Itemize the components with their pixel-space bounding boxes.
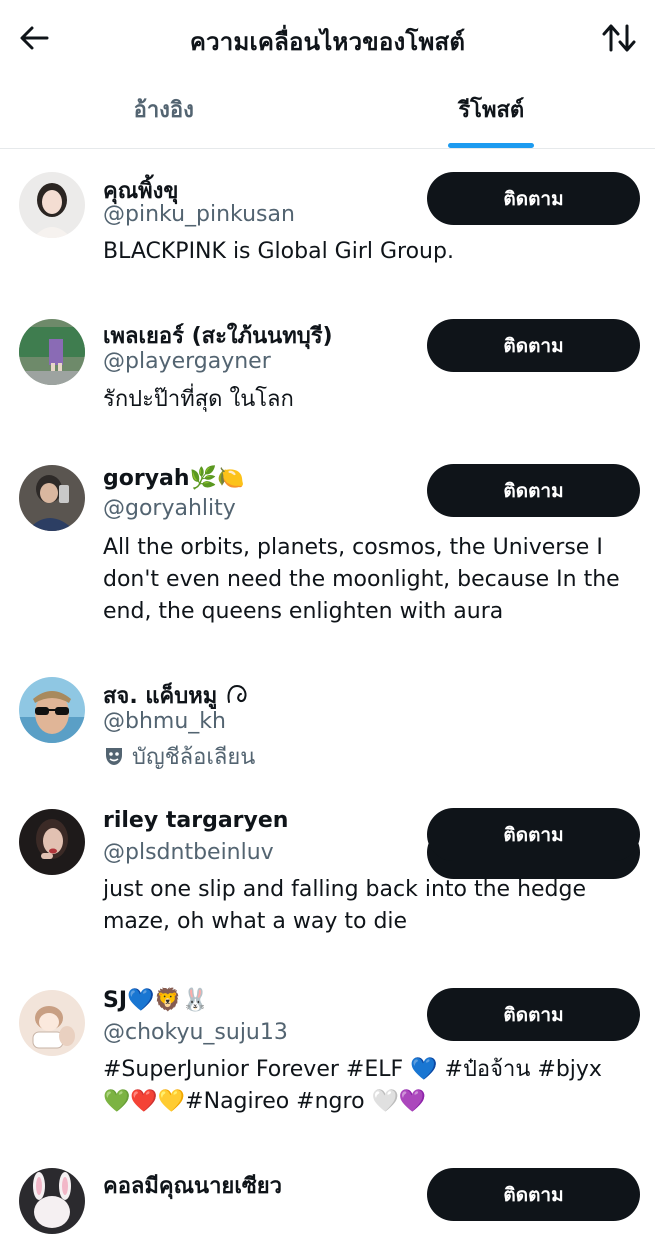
avatar[interactable] xyxy=(19,990,85,1056)
avatar-image xyxy=(19,172,85,238)
list-item[interactable]: คอลมีคุณนายเซียว ติดตาม xyxy=(0,1162,655,1222)
avatar[interactable] xyxy=(19,465,85,531)
avatar-image xyxy=(19,465,85,531)
user-handle: @pinku_pinkusan xyxy=(103,202,295,227)
user-name[interactable]: เพลเยอร์ (สะใภ้นนทบุรี) xyxy=(103,318,333,353)
tab-bar: อ้างอิง รีโพสต์ xyxy=(0,78,655,149)
user-bio-wrap: บัญชีล้อเลียน xyxy=(103,742,633,774)
top-bar: ความเคลื่อนไหวของโพสต์ xyxy=(0,0,655,78)
tab-reposts[interactable]: รีโพสต์ xyxy=(328,78,655,148)
avatar[interactable] xyxy=(19,172,85,238)
follow-button[interactable]: ติดตาม xyxy=(427,172,640,225)
user-bio: BLACKPINK is Global Girl Group. xyxy=(103,236,633,268)
follow-button[interactable]: ติดตาม xyxy=(427,464,640,517)
user-bio: รักปะป๊าที่สุด ในโลก xyxy=(103,384,633,416)
avatar-image xyxy=(19,319,85,385)
user-handle: @chokyu_suju13 xyxy=(103,1020,288,1045)
avatar-image xyxy=(19,809,85,875)
active-tab-indicator xyxy=(448,143,534,148)
list-item[interactable]: goryah🌿🍋 @goryahlity All the orbits, pla… xyxy=(0,444,655,656)
page-title: ความเคลื่อนไหวของโพสต์ xyxy=(0,22,655,61)
avatar-image xyxy=(19,1168,85,1234)
user-name[interactable]: goryah🌿🍋 xyxy=(103,466,244,491)
user-handle: @playergayner xyxy=(103,349,271,374)
avatar[interactable] xyxy=(19,677,85,743)
avatar-image xyxy=(19,990,85,1056)
user-handle: @goryahlity xyxy=(103,496,236,521)
user-name[interactable]: SJ💙🦁🐰 xyxy=(103,988,209,1013)
follow-button[interactable]: ติดตาม xyxy=(427,988,640,1041)
avatar[interactable] xyxy=(19,319,85,385)
user-bio: #SuperJunior Forever #ELF 💙 #ป๋อจ้าน #bj… xyxy=(103,1054,633,1118)
avatar-image xyxy=(19,677,85,743)
list-item[interactable]: สจ. แค็บหมู @bhmu_kh บัญชีล้อเลียน ติดตา… xyxy=(0,656,655,790)
user-bio: All the orbits, planets, cosmos, the Uni… xyxy=(103,532,633,628)
tab-quotes[interactable]: อ้างอิง xyxy=(0,78,328,148)
list-item[interactable]: SJ💙🦁🐰 @chokyu_suju13 #SuperJunior Foreve… xyxy=(0,968,655,1162)
user-handle: @plsdntbeinluv xyxy=(103,840,274,865)
follow-button[interactable]: ติดตาม xyxy=(427,319,640,372)
user-bio: บัญชีล้อเลียน xyxy=(132,745,255,770)
list-item[interactable]: คุณพิ้งขุ @pinku_pinkusan BLACKPINK is G… xyxy=(0,150,655,296)
tab-label: อ้างอิง xyxy=(134,92,194,127)
follow-button[interactable]: ติดตาม xyxy=(427,1168,640,1221)
parody-mask-icon xyxy=(103,745,125,767)
ribbon-badge-icon xyxy=(225,682,251,706)
user-name[interactable]: สจ. แค็บหมู xyxy=(103,684,217,709)
follow-button[interactable]: ติดตาม xyxy=(427,808,640,861)
user-name[interactable]: riley targaryen xyxy=(103,808,288,833)
list-item[interactable]: riley targaryen @plsdntbeinluv just one … xyxy=(0,790,655,968)
sort-button[interactable] xyxy=(597,18,641,58)
user-bio: just one slip and falling back into the … xyxy=(103,874,633,938)
sort-arrows-icon xyxy=(601,23,637,53)
user-name[interactable]: คอลมีคุณนายเซียว xyxy=(103,1168,282,1203)
user-name-wrap[interactable]: สจ. แค็บหมู xyxy=(103,678,251,713)
tab-label: รีโพสต์ xyxy=(458,92,524,127)
user-handle: @bhmu_kh xyxy=(103,709,226,734)
avatar[interactable] xyxy=(19,1168,85,1234)
avatar[interactable] xyxy=(19,809,85,875)
list-item[interactable]: เพลเยอร์ (สะใภ้นนทบุรี) @playergayner รั… xyxy=(0,296,655,444)
